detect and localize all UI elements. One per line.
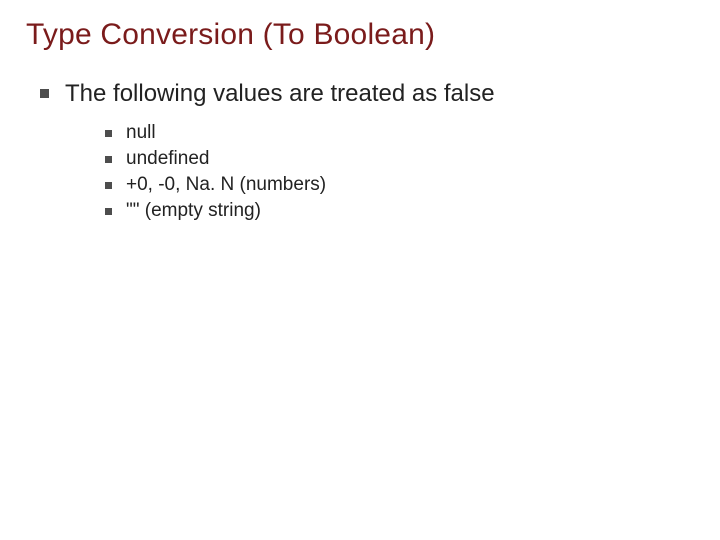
square-bullet-icon xyxy=(105,182,112,189)
square-bullet-icon xyxy=(105,130,112,137)
sub-item-text: +0, -0, Na. N (numbers) xyxy=(126,174,326,196)
list-item: "" (empty string) xyxy=(105,200,495,222)
main-list: The following values are treated as fals… xyxy=(26,80,694,226)
square-bullet-icon xyxy=(105,208,112,215)
slide-title: Type Conversion (To Boolean) xyxy=(26,18,694,52)
sub-item-text: null xyxy=(126,122,156,144)
square-bullet-icon xyxy=(105,156,112,163)
list-item: null xyxy=(105,122,495,144)
main-item: The following values are treated as fals… xyxy=(40,80,694,226)
list-item: undefined xyxy=(105,148,495,170)
square-bullet-icon xyxy=(40,89,49,98)
main-item-text: The following values are treated as fals… xyxy=(65,80,495,108)
sub-item-text: undefined xyxy=(126,148,209,170)
sub-item-text: "" (empty string) xyxy=(126,200,261,222)
sub-list: null undefined +0, -0, Na. N (numbers) "… xyxy=(65,122,495,222)
list-item: +0, -0, Na. N (numbers) xyxy=(105,174,495,196)
